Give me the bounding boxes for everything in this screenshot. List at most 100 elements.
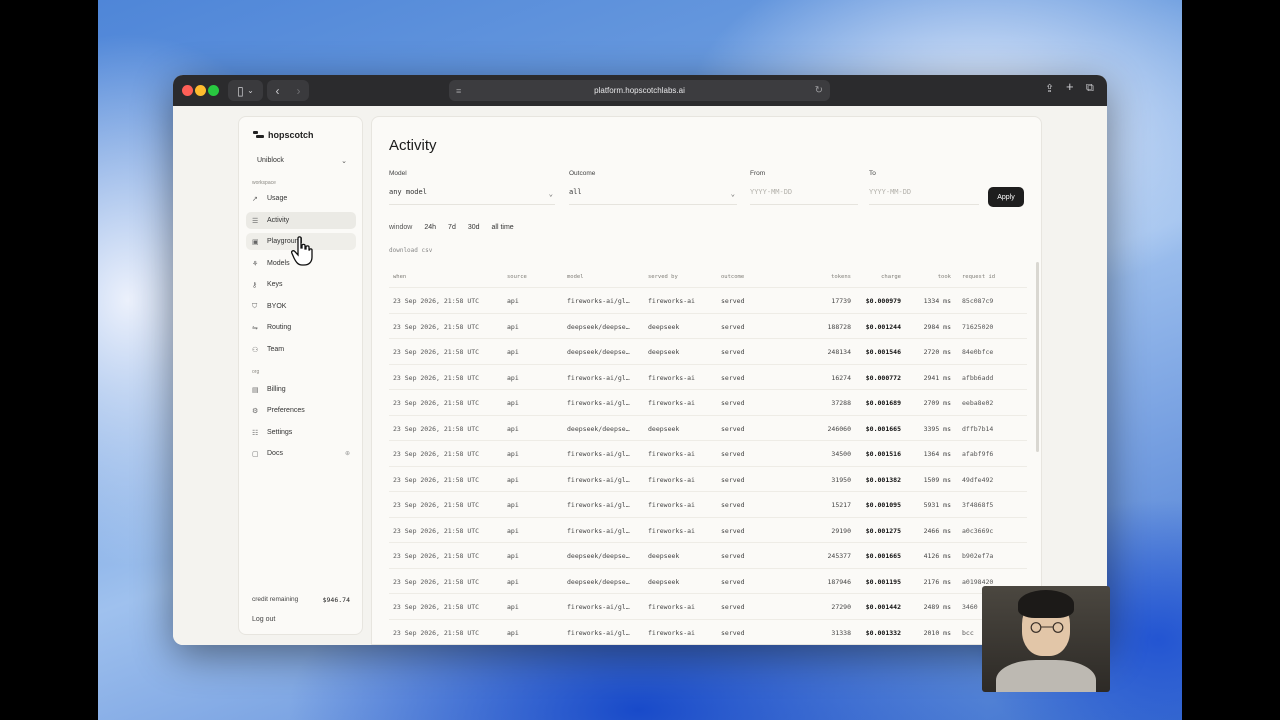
cell-when: 23 Sep 2026, 21:58 UTC [393,450,480,458]
sidebar-item-label: Models [267,260,290,267]
model-filter-select[interactable]: any model ⌄ [389,188,555,205]
cell-took: 2466 ms [923,526,951,535]
vertical-scrollbar[interactable] [1036,262,1039,452]
cell-request-id: 3460 [962,603,978,611]
apply-button[interactable]: Apply [988,187,1024,207]
sidebar-item-routing[interactable]: ⇋ Routing [246,319,356,336]
sidebar-item-label: Preferences [267,407,305,414]
cell-served-by: deepseek [648,424,680,433]
column-header-tokens[interactable]: tokens [831,274,851,280]
cell-outcome: served [721,399,745,407]
column-header-when[interactable]: when [393,274,406,280]
column-header-request-id[interactable]: request id [962,274,995,280]
browser-titlebar: ▯ ⌄ ‹ › ≡ platform.hopscotchlabs.ai ↻ ⇪ … [173,75,1107,106]
credit-label: credit remaining [252,596,299,603]
routing-icon: ⇋ [252,324,258,332]
cell-model: fireworks-ai/gl… [567,297,630,305]
section-label-workspace: workspace [252,180,276,186]
column-header-served-by[interactable]: served by [648,274,678,280]
minimize-window-button[interactable] [195,85,206,96]
outcome-filter-select[interactable]: all ⌄ [569,188,737,205]
page-menu-icon[interactable]: ≡ [456,86,461,96]
window-option-24h[interactable]: 24h [424,224,436,231]
cell-charge: $0.001689 [865,399,901,407]
from-date-input[interactable]: YYYY-MM-DD [750,188,858,205]
cell-when: 23 Sep 2026, 21:58 UTC [393,399,480,407]
table-row[interactable]: 23 Sep 2026, 21:58 UTC api fireworks-ai/gl… [389,593,1027,619]
sidebar-toggle-button[interactable]: ▯ ⌄ [228,80,263,101]
share-icon[interactable]: ⇪ [1045,82,1054,95]
sidebar-item-docs[interactable]: ▢ Docs ⊕ [246,445,356,462]
table-row[interactable]: 23 Sep 2026, 21:58 UTC api fireworks-ai/gl… [389,440,1027,466]
cell-source: api [507,603,519,611]
table-row[interactable]: 23 Sep 2026, 21:58 UTC api fireworks-ai/gl… [389,516,1027,543]
to-date-input[interactable]: YYYY-MM-DD [869,188,979,205]
cell-when: 23 Sep 2026, 21:58 UTC [393,348,480,356]
window-option-all-time[interactable]: all time [492,224,514,231]
table-row[interactable]: 23 Sep 2026, 21:58 UTC api deepseek/deepse… [389,312,1027,339]
cell-took: 3395 ms [923,424,951,433]
cell-charge: $0.001516 [865,450,901,458]
cell-outcome: served [721,628,745,637]
time-window-label: window [389,224,413,231]
cell-tokens: 187946 [827,577,851,586]
table-row[interactable]: 23 Sep 2026, 21:58 UTC api fireworks-ai/gl… [389,363,1027,390]
cell-charge: $0.001275 [865,526,901,535]
window-option-7d[interactable]: 7d [448,224,456,231]
cell-request-id: bcc [962,628,974,637]
sidebar-item-activity[interactable]: ☰ Activity [246,212,356,229]
sidebar-item-preferences[interactable]: ⚙ Preferences [246,402,356,419]
column-header-took[interactable]: took [938,274,951,280]
column-header-model[interactable]: model [567,274,584,280]
list-icon: ☰ [252,217,259,225]
back-button[interactable]: ‹ [276,84,280,98]
cell-request-id: afbb6add [962,373,994,382]
column-header-charge[interactable]: charge [881,274,901,280]
table-row[interactable]: 23 Sep 2026, 21:58 UTC api deepseek/deepse… [389,567,1027,594]
table-row[interactable]: 23 Sep 2026, 21:58 UTC api fireworks-ai/gl… [389,465,1027,492]
tab-overview-icon[interactable]: ⧉ [1086,82,1094,95]
table-row[interactable]: 23 Sep 2026, 21:58 UTC api deepseek/deepse… [389,338,1027,364]
sidebar-item-byok[interactable]: ⛉ BYOK [246,298,356,315]
brand-name: hopscotch [268,130,314,140]
cell-source: api [507,450,519,458]
reload-icon[interactable]: ↻ [815,85,823,96]
close-window-button[interactable] [182,85,193,96]
column-header-outcome[interactable]: outcome [721,274,744,280]
sidebar-item-settings[interactable]: ☷ Settings [246,424,356,441]
cell-when: 23 Sep 2026, 21:58 UTC [393,322,480,331]
column-header-source[interactable]: source [507,274,527,280]
maximize-window-button[interactable] [208,85,219,96]
preferences-icon: ⚙ [252,407,259,415]
table-row[interactable]: 23 Sep 2026, 21:58 UTC api fireworks-ai/gl… [389,618,1027,645]
cell-took: 2010 ms [923,628,951,637]
cell-request-id: a0198420 [962,577,994,586]
cell-request-id: eeba8e02 [962,399,994,407]
table-row[interactable]: 23 Sep 2026, 21:58 UTC api deepseek/deepse… [389,414,1027,441]
cell-when: 23 Sep 2026, 21:58 UTC [393,373,480,382]
logout-link[interactable]: Log out [252,616,275,623]
address-bar[interactable]: ≡ platform.hopscotchlabs.ai ↻ [449,80,830,101]
new-tab-icon[interactable]: + [1066,79,1074,94]
cell-took: 1364 ms [923,450,951,458]
credit-remaining: credit remaining $946.74 [252,596,350,604]
table-row[interactable]: 23 Sep 2026, 21:58 UTC api fireworks-ai/gl… [389,287,1027,313]
cell-charge: $0.001665 [865,552,901,560]
table-row[interactable]: 23 Sep 2026, 21:58 UTC api fireworks-ai/gl… [389,491,1027,517]
cell-charge: $0.001244 [865,322,901,331]
table-row[interactable]: 23 Sep 2026, 21:58 UTC api deepseek/deepse… [389,542,1027,568]
window-option-30d[interactable]: 30d [468,224,480,231]
chart-icon: ↗ [252,195,258,203]
cell-model: fireworks-ai/gl… [567,526,630,535]
sidebar-item-team[interactable]: ⚇ Team [246,341,356,358]
table-row[interactable]: 23 Sep 2026, 21:58 UTC api fireworks-ai/gl… [389,389,1027,415]
download-csv-link[interactable]: download csv [389,247,432,254]
sidebar-item-billing[interactable]: ▤ Billing [246,381,356,398]
brand[interactable]: hopscotch [253,130,314,140]
sidebar-item-usage[interactable]: ↗ Usage [246,190,356,207]
workspace-selector[interactable]: Uniblock ⌄ [257,157,347,165]
cell-source: api [507,628,519,637]
chevron-down-icon: ⌄ [548,190,553,198]
sidebar-item-keys[interactable]: ⚷ Keys [246,276,356,293]
forward-button[interactable]: › [297,84,301,98]
